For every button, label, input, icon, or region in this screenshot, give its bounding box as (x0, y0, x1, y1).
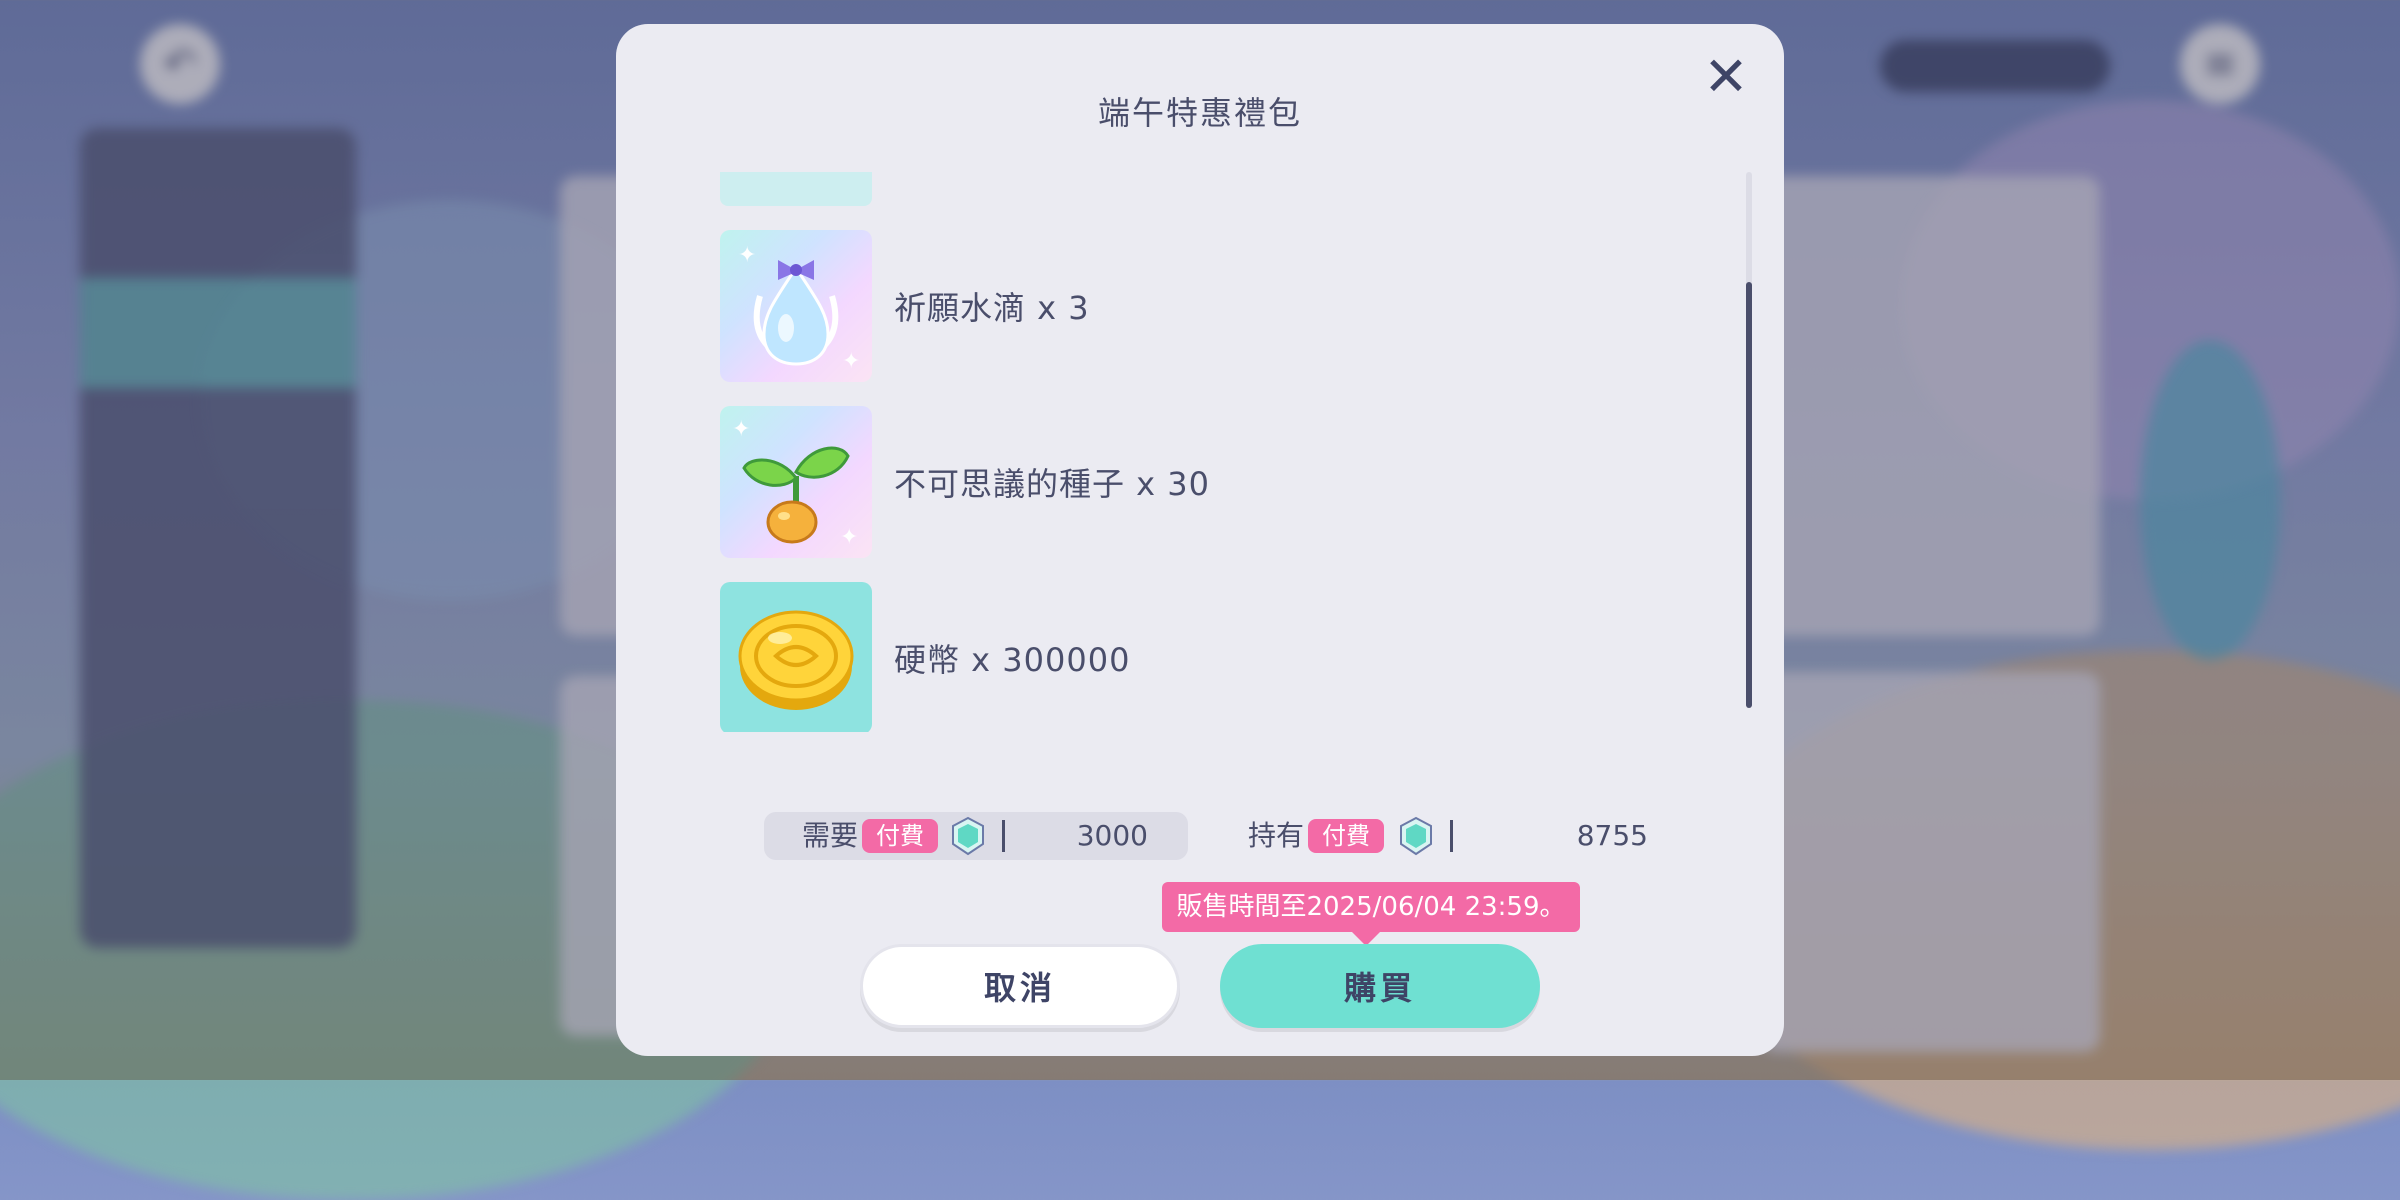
coin-icon (720, 582, 872, 732)
divider (1450, 820, 1453, 852)
cancel-button[interactable]: 取消 (860, 944, 1180, 1028)
divider (1002, 820, 1005, 852)
svg-text:✦: ✦ (738, 243, 756, 268)
gem-icon (1398, 816, 1434, 860)
wish-water-drop-icon: ✦ ✦ (720, 230, 872, 382)
required-cost: 需要 付費 3000 (764, 812, 1188, 860)
svg-text:✦: ✦ (840, 525, 858, 550)
list-item: ✦ ✦ 不可思議的種子 x 30 (720, 406, 1210, 558)
buy-button[interactable]: 購買 (1220, 944, 1540, 1028)
list-item-partial (720, 172, 872, 206)
gem-icon (950, 816, 986, 860)
item-label: 祈願水滴 x 3 (894, 289, 1090, 327)
reward-list[interactable]: ✦ ✦ 祈願水滴 x 3 ✦ ✦ 不可思議的種子 x 30 硬幣 x 30000… (716, 172, 1676, 732)
owned-label: 持有 (1248, 819, 1305, 852)
sale-time-notice: 販售時間至2025/06/04 23:59。 (1162, 882, 1580, 946)
owned-currency: 持有 付費 8755 (1248, 812, 1648, 860)
required-label: 需要 (802, 819, 859, 852)
item-label: 硬幣 x 300000 (894, 641, 1131, 679)
dialog-title: 端午特惠禮包 (1097, 94, 1302, 132)
svg-text:✦: ✦ (842, 349, 860, 374)
gift-pack-dialog: ✕ 端午特惠禮包 ✦ ✦ 祈願水滴 x 3 ✦ ✦ 不可思議的種子 x 30 硬… (616, 24, 1784, 1056)
owned-amount: 8755 (1576, 819, 1648, 852)
list-item: ✦ ✦ 祈願水滴 x 3 (720, 230, 1090, 382)
required-amount: 3000 (1076, 819, 1148, 852)
paid-badge: 付費 (862, 819, 938, 853)
svg-text:✦: ✦ (732, 417, 750, 442)
sale-time-text: 販售時間至2025/06/04 23:59。 (1176, 892, 1566, 922)
list-scrollbar[interactable] (1746, 172, 1752, 708)
paid-badge: 付費 (1308, 819, 1384, 853)
seed-sprout-icon: ✦ ✦ (720, 406, 872, 558)
item-label: 不可思議的種子 x 30 (894, 465, 1211, 503)
list-item: 硬幣 x 300000 (720, 582, 1130, 732)
scrollbar-thumb[interactable] (1746, 282, 1752, 708)
